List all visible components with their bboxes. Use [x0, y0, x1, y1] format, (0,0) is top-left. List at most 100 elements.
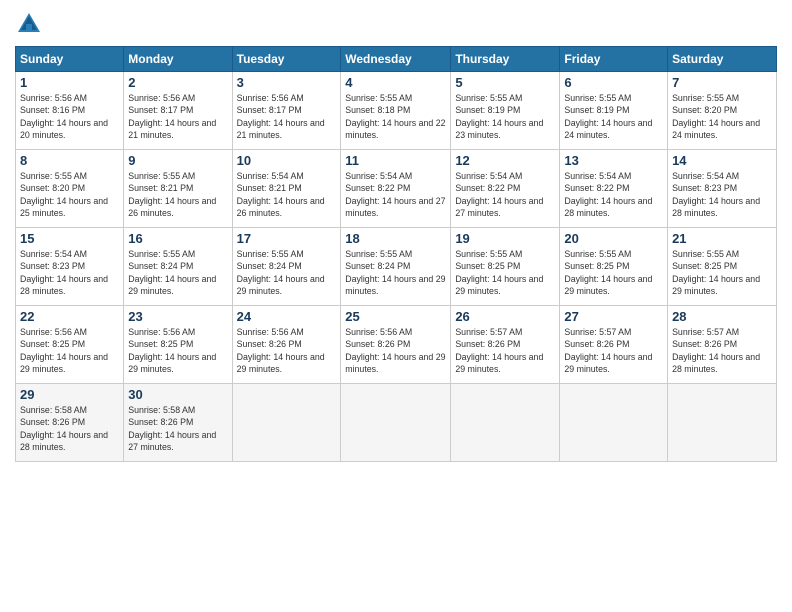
header — [15, 10, 777, 38]
day-detail: Sunrise: 5:54 AMSunset: 8:23 PMDaylight:… — [20, 248, 119, 297]
day-number: 20 — [564, 231, 663, 246]
day-number: 9 — [128, 153, 227, 168]
calendar-body: 1 Sunrise: 5:56 AMSunset: 8:16 PMDaylight… — [16, 72, 777, 462]
calendar-cell: 4Sunrise: 5:55 AMSunset: 8:18 PMDaylight… — [341, 72, 451, 150]
calendar-table: SundayMondayTuesdayWednesdayThursdayFrid… — [15, 46, 777, 462]
day-number: 14 — [672, 153, 772, 168]
calendar-cell: 15 Sunrise: 5:54 AMSunset: 8:23 PMDayligh… — [16, 228, 124, 306]
day-detail: Sunrise: 5:55 AMSunset: 8:20 PMDaylight:… — [20, 170, 119, 219]
day-detail: Sunrise: 5:55 AMSunset: 8:19 PMDaylight:… — [564, 92, 663, 141]
day-number: 16 — [128, 231, 227, 246]
calendar-week: 29 Sunrise: 5:58 AMSunset: 8:26 PMDayligh… — [16, 384, 777, 462]
calendar-cell: 1 Sunrise: 5:56 AMSunset: 8:16 PMDaylight… — [16, 72, 124, 150]
day-detail: Sunrise: 5:56 AMSunset: 8:25 PMDaylight:… — [128, 326, 227, 375]
header-day: Thursday — [451, 47, 560, 72]
calendar-cell — [341, 384, 451, 462]
day-detail: Sunrise: 5:55 AMSunset: 8:24 PMDaylight:… — [237, 248, 337, 297]
day-number: 3 — [237, 75, 337, 90]
day-detail: Sunrise: 5:56 AMSunset: 8:17 PMDaylight:… — [237, 92, 337, 141]
day-number: 27 — [564, 309, 663, 324]
page: SundayMondayTuesdayWednesdayThursdayFrid… — [0, 0, 792, 612]
day-detail: Sunrise: 5:56 AMSunset: 8:25 PMDaylight:… — [20, 326, 119, 375]
logo — [15, 10, 47, 38]
calendar-cell: 14 Sunrise: 5:54 AMSunset: 8:23 PMDayligh… — [668, 150, 777, 228]
day-detail: Sunrise: 5:55 AMSunset: 8:25 PMDaylight:… — [455, 248, 555, 297]
day-number: 8 — [20, 153, 119, 168]
day-number: 21 — [672, 231, 772, 246]
calendar-cell: 19Sunrise: 5:55 AMSunset: 8:25 PMDayligh… — [451, 228, 560, 306]
header-day: Sunday — [16, 47, 124, 72]
calendar-cell: 26 Sunrise: 5:57 AMSunset: 8:26 PMDayligh… — [451, 306, 560, 384]
day-detail: Sunrise: 5:56 AMSunset: 8:26 PMDaylight:… — [237, 326, 337, 375]
calendar-week: 22 Sunrise: 5:56 AMSunset: 8:25 PMDayligh… — [16, 306, 777, 384]
calendar-cell: 12Sunrise: 5:54 AMSunset: 8:22 PMDayligh… — [451, 150, 560, 228]
calendar-cell — [232, 384, 341, 462]
day-number: 30 — [128, 387, 227, 402]
day-detail: Sunrise: 5:54 AMSunset: 8:23 PMDaylight:… — [672, 170, 772, 219]
day-number: 13 — [564, 153, 663, 168]
header-day: Saturday — [668, 47, 777, 72]
calendar-cell: 30 Sunrise: 5:58 AMSunset: 8:26 PMDayligh… — [124, 384, 232, 462]
calendar-cell: 13Sunrise: 5:54 AMSunset: 8:22 PMDayligh… — [560, 150, 668, 228]
calendar-header: SundayMondayTuesdayWednesdayThursdayFrid… — [16, 47, 777, 72]
calendar-cell: 22 Sunrise: 5:56 AMSunset: 8:25 PMDayligh… — [16, 306, 124, 384]
day-number: 11 — [345, 153, 446, 168]
day-number: 26 — [455, 309, 555, 324]
day-detail: Sunrise: 5:56 AMSunset: 8:16 PMDaylight:… — [20, 92, 119, 141]
header-day: Friday — [560, 47, 668, 72]
day-detail: Sunrise: 5:54 AMSunset: 8:22 PMDaylight:… — [455, 170, 555, 219]
day-number: 1 — [20, 75, 119, 90]
calendar-cell: 3 Sunrise: 5:56 AMSunset: 8:17 PMDaylight… — [232, 72, 341, 150]
day-detail: Sunrise: 5:58 AMSunset: 8:26 PMDaylight:… — [128, 404, 227, 453]
day-number: 10 — [237, 153, 337, 168]
day-detail: Sunrise: 5:54 AMSunset: 8:22 PMDaylight:… — [345, 170, 446, 219]
calendar-cell: 8 Sunrise: 5:55 AMSunset: 8:20 PMDaylight… — [16, 150, 124, 228]
day-number: 2 — [128, 75, 227, 90]
calendar-cell: 5 Sunrise: 5:55 AMSunset: 8:19 PMDaylight… — [451, 72, 560, 150]
calendar-cell: 29 Sunrise: 5:58 AMSunset: 8:26 PMDayligh… — [16, 384, 124, 462]
calendar-cell: 11 Sunrise: 5:54 AMSunset: 8:22 PMDayligh… — [341, 150, 451, 228]
day-detail: Sunrise: 5:55 AMSunset: 8:24 PMDaylight:… — [345, 248, 446, 297]
calendar-cell: 10 Sunrise: 5:54 AMSunset: 8:21 PMDayligh… — [232, 150, 341, 228]
calendar-cell: 27 Sunrise: 5:57 AMSunset: 8:26 PMDayligh… — [560, 306, 668, 384]
day-detail: Sunrise: 5:58 AMSunset: 8:26 PMDaylight:… — [20, 404, 119, 453]
calendar-cell — [560, 384, 668, 462]
day-number: 28 — [672, 309, 772, 324]
calendar-week: 1 Sunrise: 5:56 AMSunset: 8:16 PMDaylight… — [16, 72, 777, 150]
calendar-cell: 16 Sunrise: 5:55 AMSunset: 8:24 PMDayligh… — [124, 228, 232, 306]
day-number: 24 — [237, 309, 337, 324]
day-detail: Sunrise: 5:57 AMSunset: 8:26 PMDaylight:… — [672, 326, 772, 375]
calendar-week: 8 Sunrise: 5:55 AMSunset: 8:20 PMDaylight… — [16, 150, 777, 228]
calendar-cell: 18Sunrise: 5:55 AMSunset: 8:24 PMDayligh… — [341, 228, 451, 306]
day-number: 15 — [20, 231, 119, 246]
day-detail: Sunrise: 5:57 AMSunset: 8:26 PMDaylight:… — [564, 326, 663, 375]
day-detail: Sunrise: 5:55 AMSunset: 8:18 PMDaylight:… — [345, 92, 446, 141]
day-detail: Sunrise: 5:55 AMSunset: 8:24 PMDaylight:… — [128, 248, 227, 297]
day-number: 17 — [237, 231, 337, 246]
day-number: 5 — [455, 75, 555, 90]
calendar-cell: 24 Sunrise: 5:56 AMSunset: 8:26 PMDayligh… — [232, 306, 341, 384]
day-number: 22 — [20, 309, 119, 324]
day-detail: Sunrise: 5:57 AMSunset: 8:26 PMDaylight:… — [455, 326, 555, 375]
day-detail: Sunrise: 5:55 AMSunset: 8:25 PMDaylight:… — [672, 248, 772, 297]
calendar-cell — [668, 384, 777, 462]
calendar-cell: 23 Sunrise: 5:56 AMSunset: 8:25 PMDayligh… — [124, 306, 232, 384]
calendar-cell: 6Sunrise: 5:55 AMSunset: 8:19 PMDaylight… — [560, 72, 668, 150]
day-detail: Sunrise: 5:54 AMSunset: 8:21 PMDaylight:… — [237, 170, 337, 219]
calendar-cell: 2Sunrise: 5:56 AMSunset: 8:17 PMDaylight… — [124, 72, 232, 150]
day-number: 29 — [20, 387, 119, 402]
calendar-cell: 20Sunrise: 5:55 AMSunset: 8:25 PMDayligh… — [560, 228, 668, 306]
day-number: 7 — [672, 75, 772, 90]
day-detail: Sunrise: 5:55 AMSunset: 8:20 PMDaylight:… — [672, 92, 772, 141]
day-detail: Sunrise: 5:55 AMSunset: 8:19 PMDaylight:… — [455, 92, 555, 141]
day-number: 23 — [128, 309, 227, 324]
calendar-cell — [451, 384, 560, 462]
calendar-cell: 25Sunrise: 5:56 AMSunset: 8:26 PMDayligh… — [341, 306, 451, 384]
calendar-cell: 9 Sunrise: 5:55 AMSunset: 8:21 PMDaylight… — [124, 150, 232, 228]
calendar-cell: 17 Sunrise: 5:55 AMSunset: 8:24 PMDayligh… — [232, 228, 341, 306]
calendar-cell: 7 Sunrise: 5:55 AMSunset: 8:20 PMDaylight… — [668, 72, 777, 150]
calendar-cell: 28 Sunrise: 5:57 AMSunset: 8:26 PMDayligh… — [668, 306, 777, 384]
day-number: 25 — [345, 309, 446, 324]
header-day: Tuesday — [232, 47, 341, 72]
day-detail: Sunrise: 5:55 AMSunset: 8:21 PMDaylight:… — [128, 170, 227, 219]
